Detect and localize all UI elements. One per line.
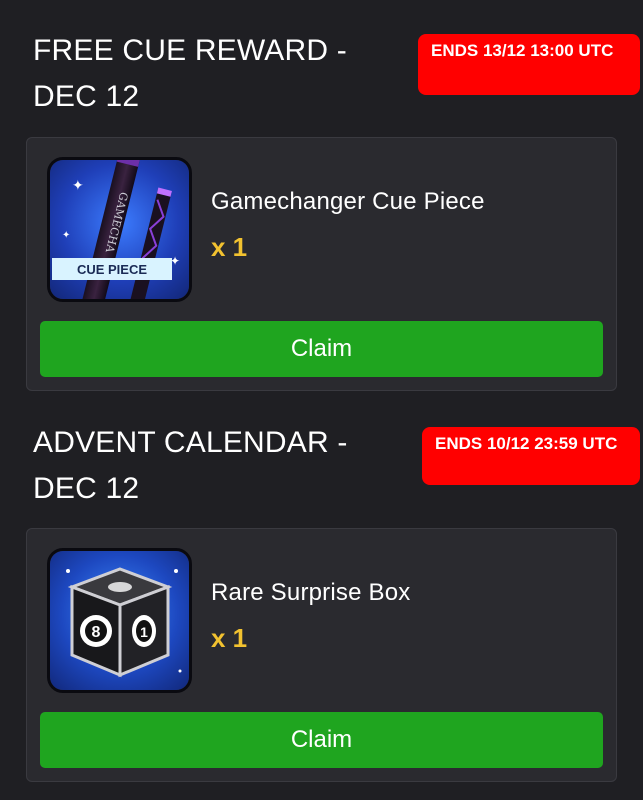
claim-button[interactable]: Claim	[40, 712, 603, 768]
surprise-box-icon: 8 1	[47, 548, 192, 693]
item-name: Rare Surprise Box	[211, 579, 411, 606]
reward-card: GAMECHA ✦ ✦ ✦ CUE PIECE Gamechanger Cue …	[26, 137, 617, 391]
item-quantity: x 1	[211, 623, 248, 653]
svg-text:1: 1	[140, 624, 148, 640]
offer-section-free-cue: FREE CUE REWARD - DEC 12 ENDS 13/12 13:0…	[0, 0, 643, 392]
offer-title: ADVENT CALENDAR - DEC 12	[33, 426, 348, 505]
item-name: Gamechanger Cue Piece	[211, 188, 485, 215]
ends-badge: ENDS 13/12 13:00 UTC	[418, 34, 640, 95]
offer-section-advent: ADVENT CALENDAR - DEC 12 ENDS 10/12 23:5…	[0, 392, 643, 800]
item-quantity: x 1	[211, 232, 248, 262]
svg-text:✦: ✦	[62, 230, 70, 241]
cue-piece-icon: GAMECHA ✦ ✦ ✦ CUE PIECE	[47, 157, 192, 302]
claim-button[interactable]: Claim	[40, 321, 603, 377]
cue-piece-image-label: CUE PIECE	[77, 262, 147, 277]
offer-title: FREE CUE REWARD - DEC 12	[33, 34, 347, 113]
reward-card: 8 1 Rare Surprise Box x 1 Claim	[26, 528, 617, 782]
svg-text:8: 8	[92, 624, 101, 641]
svg-text:✦: ✦	[72, 177, 84, 193]
ends-badge: ENDS 10/12 23:59 UTC	[422, 427, 640, 485]
